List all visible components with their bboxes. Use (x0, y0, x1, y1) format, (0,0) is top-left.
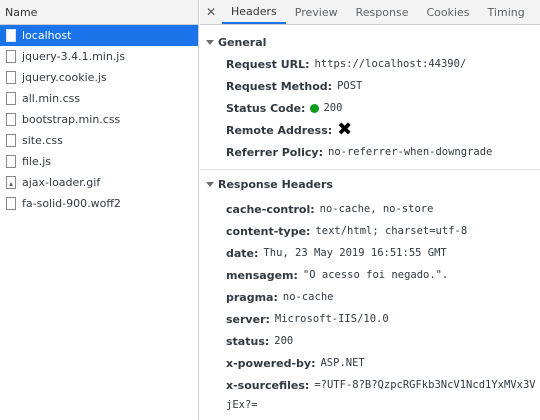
header-value: "O acesso foi negado.". (302, 269, 449, 281)
general-title: General (218, 35, 267, 49)
header-name: x-sourcefiles: (226, 378, 310, 392)
request-list-item-label: jquery-3.4.1.min.js (22, 50, 126, 63)
close-icon[interactable]: ✕ (200, 0, 222, 24)
request-list-item-label: all.min.css (22, 92, 81, 105)
redaction-x-icon: ✖ (337, 119, 353, 140)
request-url-value: https://localhost:44390/ (314, 58, 467, 70)
tab-cookies[interactable]: Cookies (417, 0, 478, 24)
tab-timing[interactable]: Timing (479, 0, 534, 24)
status-ok-icon (310, 103, 320, 113)
request-list-item[interactable]: localhost (0, 25, 198, 46)
general-section: General Request URL: https://localhost:4… (200, 31, 540, 170)
header-name: cache-control: (226, 202, 315, 216)
referrer-policy-label: Referrer Policy: (226, 145, 323, 159)
document-icon (6, 92, 16, 105)
request-details-pane: ✕ Headers Preview Response Cookies Timin… (200, 0, 540, 420)
header-value: text/html; charset=utf-8 (315, 225, 468, 237)
header-value: =?UTF-8?B?QzpcRGFkb3NcV1Ncd1YxMVx3V (314, 379, 536, 391)
request-list-item[interactable]: ajax-loader.gif (0, 172, 198, 193)
header-row: server: Microsoft-IIS/10.0 (200, 308, 540, 330)
general-section-toggle[interactable]: General (200, 31, 540, 53)
header-row: cache-control: no-cache, no-store (200, 198, 540, 220)
header-name: date: (226, 246, 259, 260)
response-headers-title: Response Headers (218, 177, 333, 191)
header-name: status: (226, 334, 270, 348)
header-name: x-powered-by: (226, 356, 316, 370)
header-value-continuation: jEx?= (226, 399, 258, 411)
request-method-value: POST (337, 80, 363, 92)
name-column-header[interactable]: Name (0, 0, 198, 25)
tab-response[interactable]: Response (347, 0, 418, 24)
header-row: content-type: text/html; charset=utf-8 (200, 220, 540, 242)
tab-headers[interactable]: Headers (222, 0, 286, 24)
response-headers-section: Response Headers cache-control: no-cache… (200, 173, 540, 414)
details-tabbar: ✕ Headers Preview Response Cookies Timin… (200, 0, 540, 25)
request-list-item[interactable]: all.min.css (0, 88, 198, 109)
caret-down-icon (206, 181, 214, 187)
referrer-policy-row: Referrer Policy: no-referrer-when-downgr… (200, 141, 540, 163)
header-name: pragma: (226, 290, 278, 304)
document-icon (6, 134, 16, 147)
document-icon (6, 155, 16, 168)
header-name: mensagem: (226, 268, 298, 282)
request-list-item-label: localhost (22, 29, 72, 42)
request-list: localhost jquery-3.4.1.min.js jquery.cooki… (0, 25, 198, 214)
header-row: mensagem: "O acesso foi negado.". (200, 264, 540, 286)
image-icon (6, 176, 16, 189)
request-list-item[interactable]: jquery.cookie.js (0, 67, 198, 88)
status-code-value: 200 (323, 102, 343, 114)
request-list-pane: Name localhost jquery-3.4.1.min.js jquery.… (0, 0, 199, 420)
request-list-item-label: site.css (22, 134, 63, 147)
document-icon (6, 197, 16, 210)
header-row: date: Thu, 23 May 2019 16:51:55 GMT (200, 242, 540, 264)
request-list-item[interactable]: file.js (0, 151, 198, 172)
request-list-item-label: file.js (22, 155, 52, 168)
header-value: Microsoft-IIS/10.0 (274, 313, 389, 325)
request-url-label: Request URL: (226, 57, 310, 71)
request-list-item[interactable]: bootstrap.min.css (0, 109, 198, 130)
status-code-label: Status Code: (226, 101, 306, 115)
header-value: no-cache, no-store (319, 203, 434, 215)
document-icon (6, 71, 16, 84)
header-row: x-sourcefiles: =?UTF-8?B?QzpcRGFkb3NcV1N… (200, 374, 540, 396)
status-code-row: Status Code: 200 (200, 97, 540, 119)
header-row: x-powered-by: ASP.NET (200, 352, 540, 374)
header-value: Thu, 23 May 2019 16:51:55 GMT (263, 247, 447, 259)
document-icon (6, 50, 16, 63)
caret-down-icon (206, 39, 214, 45)
request-method-label: Request Method: (226, 79, 333, 93)
request-list-item[interactable]: jquery-3.4.1.min.js (0, 46, 198, 67)
request-list-item[interactable]: site.css (0, 130, 198, 151)
tab-preview[interactable]: Preview (286, 0, 347, 24)
request-list-item-label: fa-solid-900.woff2 (22, 197, 121, 210)
request-url-row: Request URL: https://localhost:44390/ (200, 53, 540, 75)
request-list-item-label: bootstrap.min.css (22, 113, 121, 126)
header-name: server: (226, 312, 270, 326)
request-list-item[interactable]: fa-solid-900.woff2 (0, 193, 198, 214)
request-method-row: Request Method: POST (200, 75, 540, 97)
header-value: 200 (274, 335, 294, 347)
referrer-policy-value: no-referrer-when-downgrade (328, 146, 493, 158)
request-list-item-label: jquery.cookie.js (22, 71, 107, 84)
document-icon (6, 113, 16, 126)
response-headers-toggle[interactable]: Response Headers (200, 173, 540, 195)
remote-address-row: Remote Address: ✖ (200, 119, 540, 141)
header-row: status: 200 (200, 330, 540, 352)
header-name: content-type: (226, 224, 311, 238)
remote-address-label: Remote Address: (226, 123, 333, 137)
header-value: ASP.NET (320, 357, 365, 369)
request-list-item-label: ajax-loader.gif (22, 176, 101, 189)
document-icon (6, 29, 16, 42)
header-value: no-cache (282, 291, 334, 303)
header-row: pragma: no-cache (200, 286, 540, 308)
